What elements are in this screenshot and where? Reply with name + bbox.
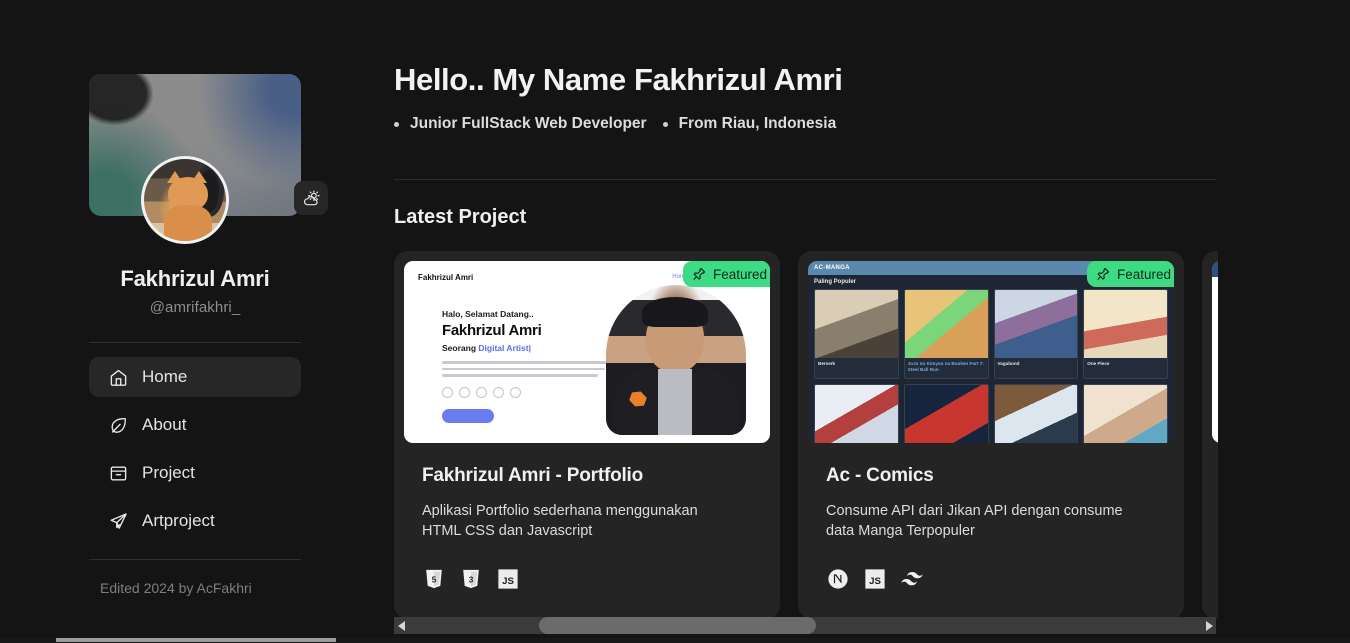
manga-title: One Piece <box>1084 358 1167 372</box>
thumb-cta-button <box>442 409 494 423</box>
thumb-brand: Fakhrizul Amri <box>418 273 473 282</box>
css3-icon: 3 <box>459 567 483 591</box>
profile-header <box>89 68 301 226</box>
meta-location: From Riau, Indonesia <box>663 115 837 133</box>
manga-grid: Berserk JoJo no Kimyou na Bouken Part 7:… <box>808 289 1174 443</box>
project-card[interactable]: Featured AC-MANGA Paling Populer Berserk… <box>798 251 1184 619</box>
sidebar-item-label: Project <box>142 463 195 483</box>
profile-name: Fakhrizul Amri <box>89 266 301 292</box>
archive-icon <box>109 464 128 483</box>
javascript-icon: JS <box>863 567 887 591</box>
leaf-icon <box>109 416 128 435</box>
home-icon <box>109 368 128 387</box>
manga-item <box>1083 384 1168 443</box>
tech-stack: JS <box>826 567 1156 591</box>
projects-row: Featured Fakhrizul Amri Home About Servi… <box>394 251 1218 619</box>
featured-badge-label: Featured <box>713 267 767 282</box>
thumb-portrait <box>606 285 746 435</box>
javascript-icon: JS <box>496 567 520 591</box>
thumb-role-prefix: Seorang <box>442 343 476 353</box>
project-card[interactable]: Featured Fakhrizul Amri Home About Servi… <box>394 251 780 619</box>
svg-text:3: 3 <box>469 575 474 584</box>
scrollbar-track[interactable] <box>409 617 1201 634</box>
manga-item: JoJo no Kimyou na Bouken Part 7: Steel B… <box>904 289 989 379</box>
project-thumbnail <box>1212 261 1218 443</box>
project-description: Aplikasi Portfolio sederhana menggunakan… <box>422 501 737 541</box>
project-card[interactable] <box>1202 251 1218 619</box>
sidebar-item-home[interactable]: Home <box>89 357 301 397</box>
divider-top <box>89 342 301 343</box>
featured-badge-label: Featured <box>1117 267 1171 282</box>
meta-location-label: From Riau, Indonesia <box>679 115 837 133</box>
project-title: Fakhrizul Amri - Portfolio <box>422 465 752 487</box>
svg-text:5: 5 <box>432 575 437 584</box>
page-scrollbar-thumb[interactable] <box>56 638 336 642</box>
manga-item <box>994 384 1079 443</box>
thumb-role-accent: Digital Artist| <box>478 343 531 353</box>
sun-cloud-icon[interactable] <box>294 181 328 215</box>
meta-role: Junior FullStack Web Developer <box>394 115 647 133</box>
bullet-icon <box>663 122 668 127</box>
nextjs-icon <box>826 567 850 591</box>
sidebar-item-project[interactable]: Project <box>89 453 301 493</box>
sidebar-footnote: Edited 2024 by AcFakhri <box>89 580 301 596</box>
manga-item: Berserk <box>814 289 899 379</box>
svg-text:JS: JS <box>502 576 514 587</box>
paper-plane-icon <box>109 512 128 531</box>
project-thumbnail: Featured Fakhrizul Amri Home About Servi… <box>404 261 770 443</box>
thumb-name: Fakhrizul Amri <box>442 322 612 339</box>
app-root: Fakhrizul Amri @amrifakhri_ Home <box>0 0 1350 643</box>
hero-meta: Junior FullStack Web Developer From Riau… <box>394 115 1216 133</box>
section-title: Latest Project <box>394 206 1216 229</box>
featured-badge: Featured <box>683 261 770 287</box>
main-content: Hello.. My Name Fakhrizul Amri Junior Fu… <box>390 0 1350 643</box>
thumb-socials <box>442 387 612 398</box>
sidebar-nav: Home About <box>89 357 301 541</box>
chevron-right-icon[interactable] <box>1201 617 1216 634</box>
pin-icon <box>1096 267 1110 281</box>
thumb-app-name: AC-MANGA <box>814 265 850 271</box>
tailwind-icon <box>900 567 924 591</box>
sidebar-item-artproject[interactable]: Artproject <box>89 501 301 541</box>
manga-title: Berserk <box>815 358 898 372</box>
html5-icon: 5 <box>422 567 446 591</box>
divider-bottom <box>89 559 301 560</box>
sidebar: Fakhrizul Amri @amrifakhri_ Home <box>0 0 390 643</box>
project-thumbnail: Featured AC-MANGA Paling Populer Berserk… <box>808 261 1174 443</box>
manga-title: JoJo no Kimyou na Bouken Part 7: Steel B… <box>905 358 988 378</box>
featured-badge: Featured <box>1087 261 1174 287</box>
pin-icon <box>692 267 706 281</box>
project-title: Ac - Comics <box>826 465 1156 487</box>
thumb-lorem <box>442 361 612 377</box>
sidebar-item-about[interactable]: About <box>89 405 301 445</box>
project-description: Consume API dari Jikan API dengan consum… <box>826 501 1141 541</box>
page-title: Hello.. My Name Fakhrizul Amri <box>394 62 1216 98</box>
thumb-section-label: Paling Populer <box>814 279 856 285</box>
horizontal-rule <box>394 179 1216 180</box>
thumb-greeting: Halo, Selamat Datang.. <box>442 309 612 319</box>
manga-item: One Piece <box>1083 289 1168 379</box>
sidebar-item-label: About <box>142 415 186 435</box>
scrollbar-thumb[interactable] <box>539 617 816 634</box>
bullet-icon <box>394 122 399 127</box>
sidebar-item-label: Artproject <box>142 511 215 531</box>
manga-item: Vagabond <box>994 289 1079 379</box>
manga-title: Vagabond <box>995 358 1078 372</box>
svg-text:JS: JS <box>869 576 881 587</box>
avatar <box>141 156 229 244</box>
sidebar-item-label: Home <box>142 367 187 387</box>
manga-item <box>814 384 899 443</box>
projects-carousel: Featured Fakhrizul Amri Home About Servi… <box>394 251 1218 627</box>
meta-role-label: Junior FullStack Web Developer <box>410 115 647 133</box>
manga-item <box>904 384 989 443</box>
page-scrollbar[interactable] <box>0 638 1350 643</box>
tech-stack: 5 3 JS <box>422 567 752 591</box>
chevron-left-icon[interactable] <box>394 617 409 634</box>
profile-handle: @amrifakhri_ <box>89 299 301 316</box>
horizontal-scrollbar[interactable] <box>394 617 1216 634</box>
